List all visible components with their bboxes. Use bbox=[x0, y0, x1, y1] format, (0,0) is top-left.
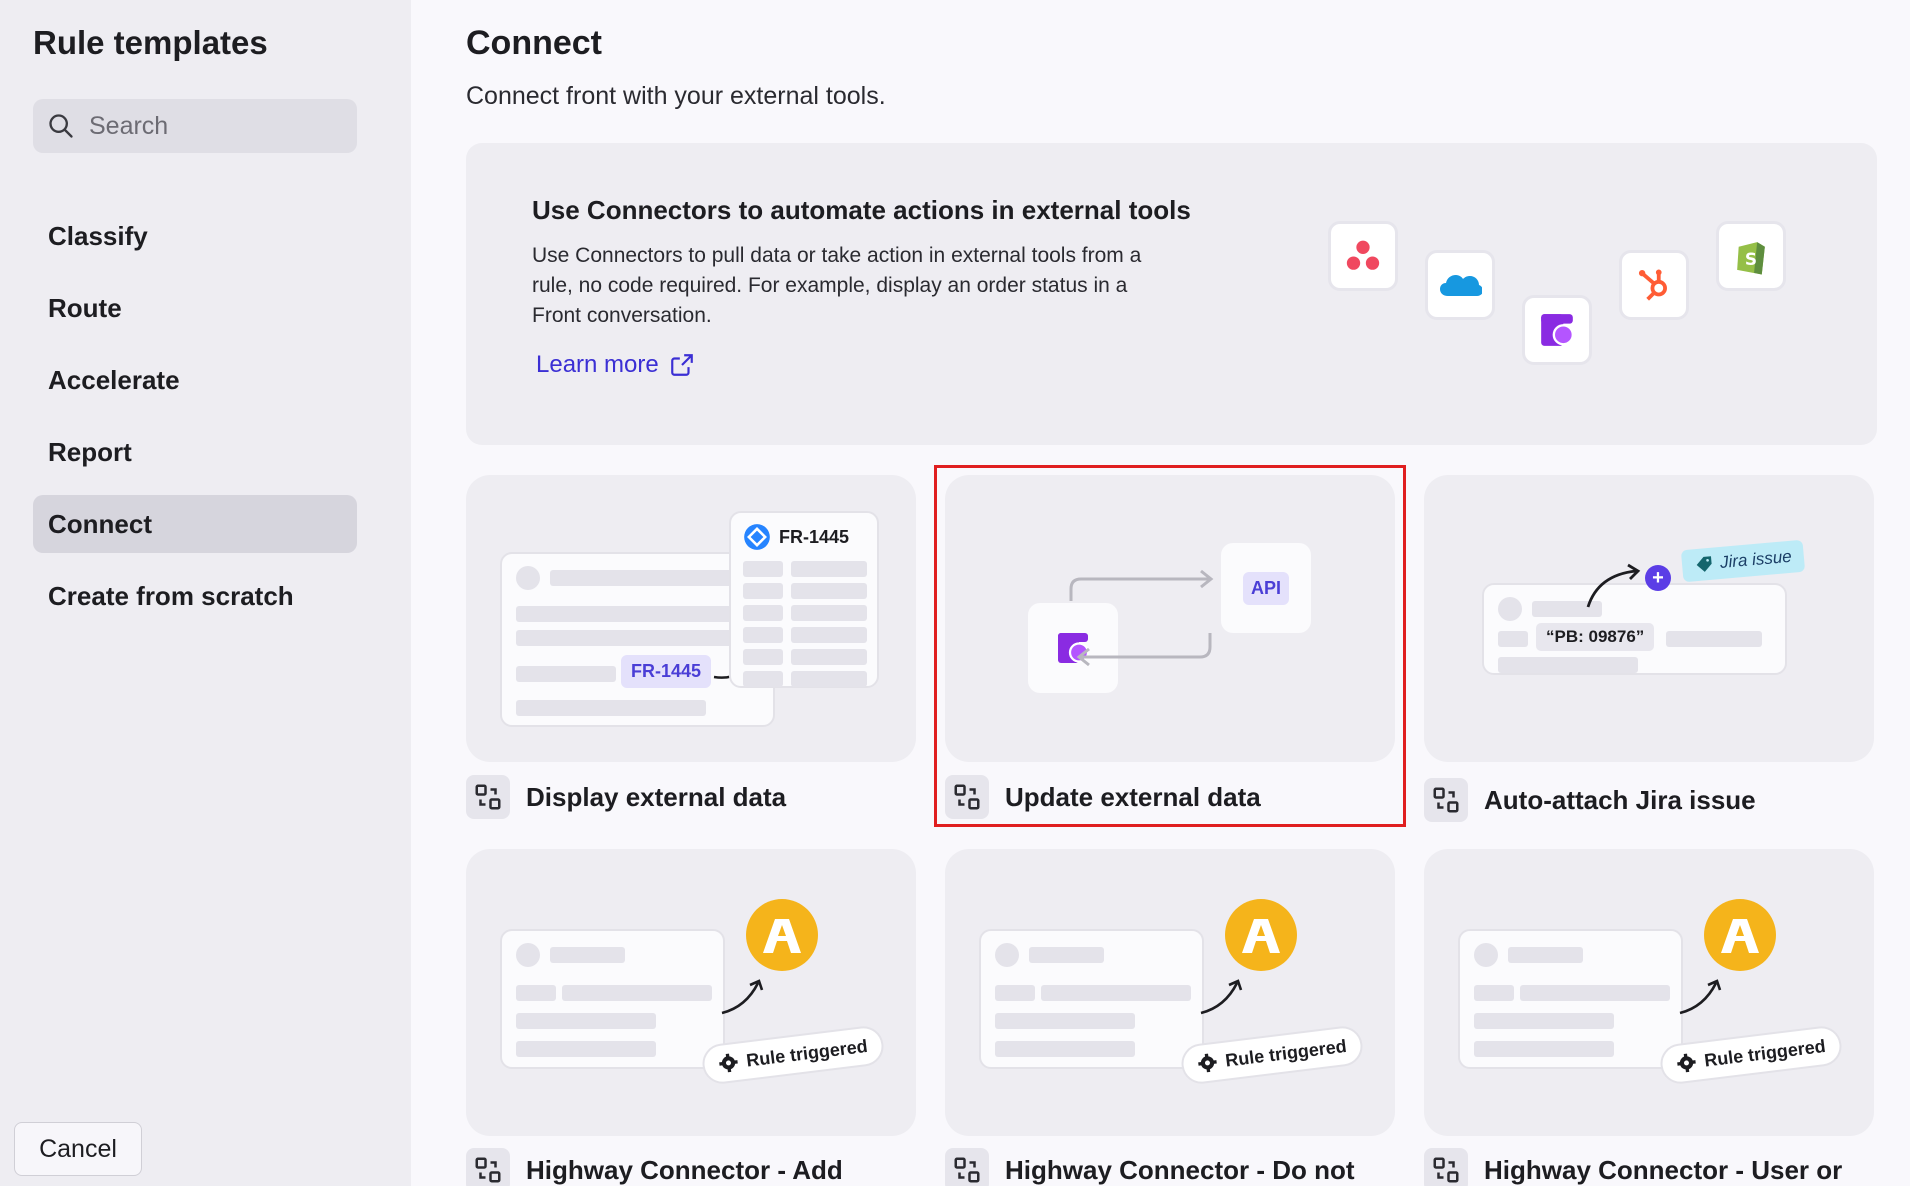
sidebar-item-connect[interactable]: Connect bbox=[33, 495, 357, 553]
svg-text:S: S bbox=[1745, 249, 1757, 269]
template-card-auto-attach-jira-issue[interactable]: “PB: 09876” + Jira issue bbox=[1424, 475, 1874, 762]
gear-icon bbox=[1677, 1053, 1696, 1073]
search-box[interactable] bbox=[33, 99, 357, 153]
shopify-icon: S bbox=[1716, 221, 1786, 291]
card-label-auto-attach-jira-issue[interactable]: Auto-attach Jira issue bbox=[1424, 778, 1756, 822]
sidebar-item-route[interactable]: Route bbox=[33, 279, 357, 337]
salesforce-icon bbox=[1425, 250, 1495, 320]
card-label-highway-do-not[interactable]: Highway Connector - Do not bbox=[945, 1148, 1355, 1186]
card-title: Auto-attach Jira issue bbox=[1484, 784, 1756, 815]
sidebar-item-report[interactable]: Report bbox=[33, 423, 357, 481]
ticket-tag: FR-1445 bbox=[621, 655, 712, 688]
ticket-id: FR-1445 bbox=[779, 526, 850, 547]
banner-title: Use Connectors to automate actions in ex… bbox=[532, 195, 1191, 225]
card-label-highway-user-or[interactable]: Highway Connector - User or bbox=[1424, 1148, 1842, 1186]
sidebar-item-accelerate[interactable]: Accelerate bbox=[33, 351, 357, 409]
learn-more-label: Learn more bbox=[536, 351, 659, 378]
sidebar-item-create-from-scratch[interactable]: Create from scratch bbox=[33, 567, 357, 625]
banner-description: Use Connectors to pull data or take acti… bbox=[532, 244, 1142, 327]
connector-icon bbox=[466, 1148, 510, 1186]
highway-logo-icon bbox=[1704, 899, 1776, 971]
card-label-display-external-data[interactable]: Display external data bbox=[466, 775, 786, 819]
cancel-button[interactable]: Cancel bbox=[14, 1122, 142, 1176]
rule-triggered-pill: Rule triggered bbox=[1658, 1024, 1844, 1086]
hubspot-icon bbox=[1619, 250, 1689, 320]
gear-icon bbox=[1198, 1053, 1217, 1073]
selection-highlight bbox=[934, 465, 1406, 827]
arrow-icon bbox=[1200, 979, 1243, 1015]
jira-issue-badge: Jira issue bbox=[1680, 539, 1805, 583]
sidebar: Rule templates Classify Route Accelerate… bbox=[0, 0, 411, 1186]
add-icon: + bbox=[1645, 565, 1671, 591]
conversation-mockup bbox=[500, 929, 725, 1069]
jira-issue-label: Jira issue bbox=[1719, 546, 1793, 572]
sidebar-title: Rule templates bbox=[33, 24, 268, 61]
arrow-icon bbox=[1586, 563, 1641, 608]
conversation-mockup bbox=[1458, 929, 1683, 1069]
rule-triggered-pill: Rule triggered bbox=[1179, 1024, 1365, 1086]
page-subtitle: Connect front with your external tools. bbox=[466, 82, 886, 110]
asana-icon bbox=[1328, 221, 1398, 291]
tag-icon bbox=[1696, 556, 1712, 572]
connector-icon bbox=[945, 1148, 989, 1186]
card-title: Highway Connector - User or bbox=[1484, 1154, 1843, 1185]
template-card-display-external-data[interactable]: FR-1445 FR-1445 bbox=[466, 475, 916, 762]
card-title: Display external data bbox=[526, 781, 787, 812]
template-card-highway-user-or[interactable]: Rule triggered bbox=[1424, 849, 1874, 1136]
connectors-banner: Use Connectors to automate actions in ex… bbox=[466, 143, 1877, 445]
pill-label: Rule triggered bbox=[745, 1035, 869, 1071]
page-title: Connect bbox=[466, 24, 602, 62]
connector-icon bbox=[1424, 1148, 1468, 1186]
ticket-panel: FR-1445 bbox=[729, 511, 879, 688]
conversation-mockup bbox=[979, 929, 1204, 1069]
pill-label: Rule triggered bbox=[1224, 1035, 1348, 1071]
search-icon bbox=[49, 114, 73, 138]
external-link-icon bbox=[670, 354, 693, 376]
card-label-highway-add[interactable]: Highway Connector - Add bbox=[466, 1148, 843, 1186]
sidebar-item-classify[interactable]: Classify bbox=[33, 207, 357, 265]
jira-icon bbox=[744, 524, 770, 550]
gear-icon bbox=[719, 1053, 738, 1073]
learn-more-link[interactable]: Learn more bbox=[536, 351, 695, 379]
connector-icon bbox=[466, 775, 510, 819]
order-code: “PB: 09876” bbox=[1536, 623, 1655, 651]
template-card-highway-do-not[interactable]: Rule triggered bbox=[945, 849, 1395, 1136]
ticket-header: FR-1445 bbox=[743, 523, 849, 551]
highway-logo-icon bbox=[746, 899, 818, 971]
pill-label: Rule triggered bbox=[1703, 1035, 1827, 1071]
arrow-icon bbox=[721, 979, 764, 1015]
arrow-icon bbox=[1679, 979, 1722, 1015]
template-card-highway-add[interactable]: Rule triggered bbox=[466, 849, 916, 1136]
front-icon bbox=[1522, 295, 1592, 365]
search-input[interactable] bbox=[89, 111, 329, 141]
highway-logo-icon bbox=[1225, 899, 1297, 971]
card-title: Highway Connector - Add bbox=[526, 1154, 843, 1185]
connector-icon bbox=[1424, 778, 1468, 822]
rule-triggered-pill: Rule triggered bbox=[700, 1024, 886, 1086]
card-title: Highway Connector - Do not bbox=[1005, 1154, 1355, 1185]
